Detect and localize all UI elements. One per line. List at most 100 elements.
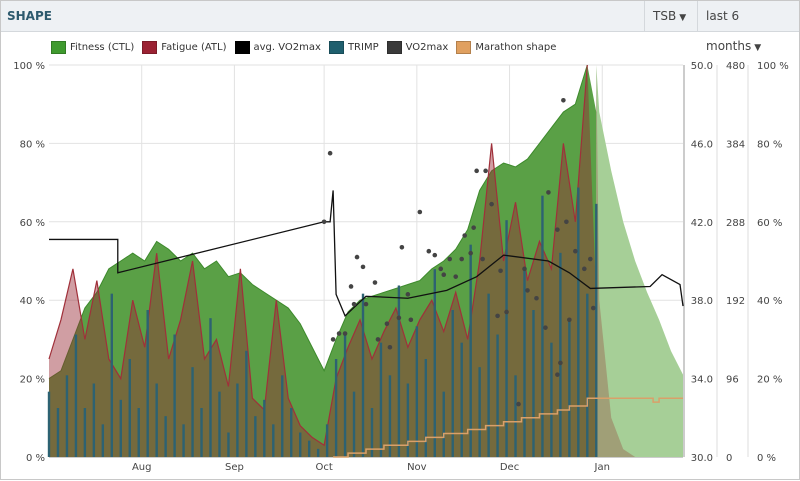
vo2max-point bbox=[384, 321, 390, 327]
trimp-bar bbox=[56, 408, 60, 457]
vo2max-point bbox=[405, 292, 411, 297]
trimp-bar bbox=[541, 195, 544, 457]
x-axis-tick: Aug bbox=[132, 462, 152, 473]
vo2max-point bbox=[546, 190, 551, 195]
trimp-bar bbox=[424, 359, 428, 457]
trimp-bar bbox=[352, 391, 356, 457]
shape-widget: SHAPE TSB ▼ last 6 months ▼ Fitness (CTL) … bbox=[0, 0, 800, 480]
trimp-bar bbox=[290, 408, 293, 457]
vo2max-point bbox=[495, 313, 500, 319]
trimp-bar bbox=[460, 342, 463, 457]
trimp-bar bbox=[586, 293, 589, 457]
trimp-bar bbox=[92, 383, 96, 457]
vo2max-point bbox=[561, 97, 566, 103]
x-axis-tick: Jan bbox=[594, 462, 610, 473]
trimp-bar bbox=[263, 399, 266, 457]
trimp-bar bbox=[119, 399, 122, 457]
trimp-bar bbox=[74, 334, 78, 457]
vo2max-point bbox=[372, 280, 378, 285]
pct-axis-tick: 40 % bbox=[757, 296, 782, 307]
trimp-bar bbox=[47, 391, 51, 457]
x-axis-tick: Oct bbox=[315, 462, 332, 473]
trimp-axis-tick: 288 bbox=[726, 218, 745, 229]
trimp-bar bbox=[137, 408, 140, 457]
vo2max-point bbox=[587, 256, 593, 262]
vo2max-point bbox=[351, 301, 357, 307]
vo2max-point bbox=[483, 168, 488, 174]
vo2-axis-tick: 42.0 bbox=[691, 218, 713, 229]
vo2max-point bbox=[543, 325, 548, 330]
vo2max-point bbox=[582, 266, 587, 272]
vo2-axis-tick: 34.0 bbox=[691, 375, 713, 386]
vo2max-point bbox=[504, 309, 509, 315]
vo2-axis-tick: 46.0 bbox=[691, 139, 713, 150]
vo2max-point bbox=[432, 252, 438, 258]
vo2-axis-tick: 30.0 bbox=[691, 453, 713, 464]
trimp-bar bbox=[523, 269, 526, 457]
x-axis-tick: Dec bbox=[500, 462, 519, 473]
vo2max-point bbox=[590, 305, 596, 311]
left-axis-tick: 100 % bbox=[13, 61, 45, 72]
trimp-bar bbox=[307, 440, 311, 457]
vo2max-point bbox=[558, 360, 563, 366]
trimp-bar bbox=[182, 424, 185, 457]
trimp-bar bbox=[397, 285, 401, 457]
trimp-bar bbox=[487, 293, 490, 457]
vo2max-point bbox=[327, 150, 333, 156]
x-axis-tick: Sep bbox=[225, 462, 244, 473]
vo2max-point bbox=[555, 227, 560, 232]
vo2max-point bbox=[534, 295, 539, 301]
vo2max-point bbox=[489, 201, 494, 207]
trimp-bar bbox=[595, 203, 598, 457]
vo2max-point bbox=[468, 250, 473, 256]
trimp-bar bbox=[245, 350, 248, 457]
trimp-bar bbox=[101, 424, 105, 457]
vo2max-point bbox=[525, 288, 530, 293]
trimp-axis-tick: 384 bbox=[726, 139, 745, 150]
trimp-bar bbox=[361, 293, 365, 457]
vo2max-point bbox=[330, 337, 336, 342]
trimp-bar bbox=[164, 416, 167, 457]
vo2max-point bbox=[567, 317, 572, 323]
left-axis-tick: 80 % bbox=[20, 139, 45, 150]
x-axis-tick: Nov bbox=[407, 462, 427, 473]
trimp-bar bbox=[173, 334, 176, 457]
trimp-bar bbox=[227, 432, 230, 457]
vo2max-point bbox=[321, 219, 327, 225]
vo2max-point bbox=[522, 266, 527, 272]
vo2max-point bbox=[336, 331, 342, 336]
vo2max-point bbox=[441, 272, 447, 278]
vo2max-point bbox=[348, 284, 354, 289]
trimp-bar bbox=[316, 448, 320, 457]
trimp-bar bbox=[155, 383, 158, 457]
pct-axis-tick: 100 % bbox=[757, 61, 789, 72]
trimp-bar bbox=[325, 424, 329, 457]
vo2max-point bbox=[480, 256, 485, 262]
trimp-bar bbox=[254, 416, 257, 457]
trimp-axis-tick: 192 bbox=[726, 296, 745, 307]
trimp-bar bbox=[433, 269, 436, 457]
pct-axis-tick: 60 % bbox=[757, 218, 782, 229]
trimp-bar bbox=[442, 391, 445, 457]
left-axis-tick: 40 % bbox=[20, 296, 45, 307]
vo2max-point bbox=[498, 268, 503, 274]
trimp-bar bbox=[218, 391, 221, 457]
trimp-bar bbox=[469, 244, 472, 457]
trimp-axis-tick: 96 bbox=[726, 375, 739, 386]
vo2max-point bbox=[396, 315, 402, 321]
trimp-bar bbox=[146, 310, 149, 457]
trimp-bar bbox=[200, 408, 203, 457]
trimp-bar bbox=[415, 326, 419, 457]
vo2max-point bbox=[399, 244, 405, 250]
trimp-bar bbox=[568, 318, 571, 457]
vo2-axis-tick: 38.0 bbox=[691, 296, 713, 307]
trimp-bar bbox=[514, 375, 517, 457]
vo2max-point bbox=[408, 317, 414, 323]
vo2max-point bbox=[438, 266, 444, 272]
vo2max-point bbox=[387, 344, 393, 350]
pct-axis-tick: 0 % bbox=[757, 453, 776, 464]
vo2max-point bbox=[474, 168, 479, 174]
vo2max-point bbox=[459, 256, 464, 262]
vo2max-point bbox=[417, 209, 423, 215]
trimp-bar bbox=[191, 367, 194, 457]
